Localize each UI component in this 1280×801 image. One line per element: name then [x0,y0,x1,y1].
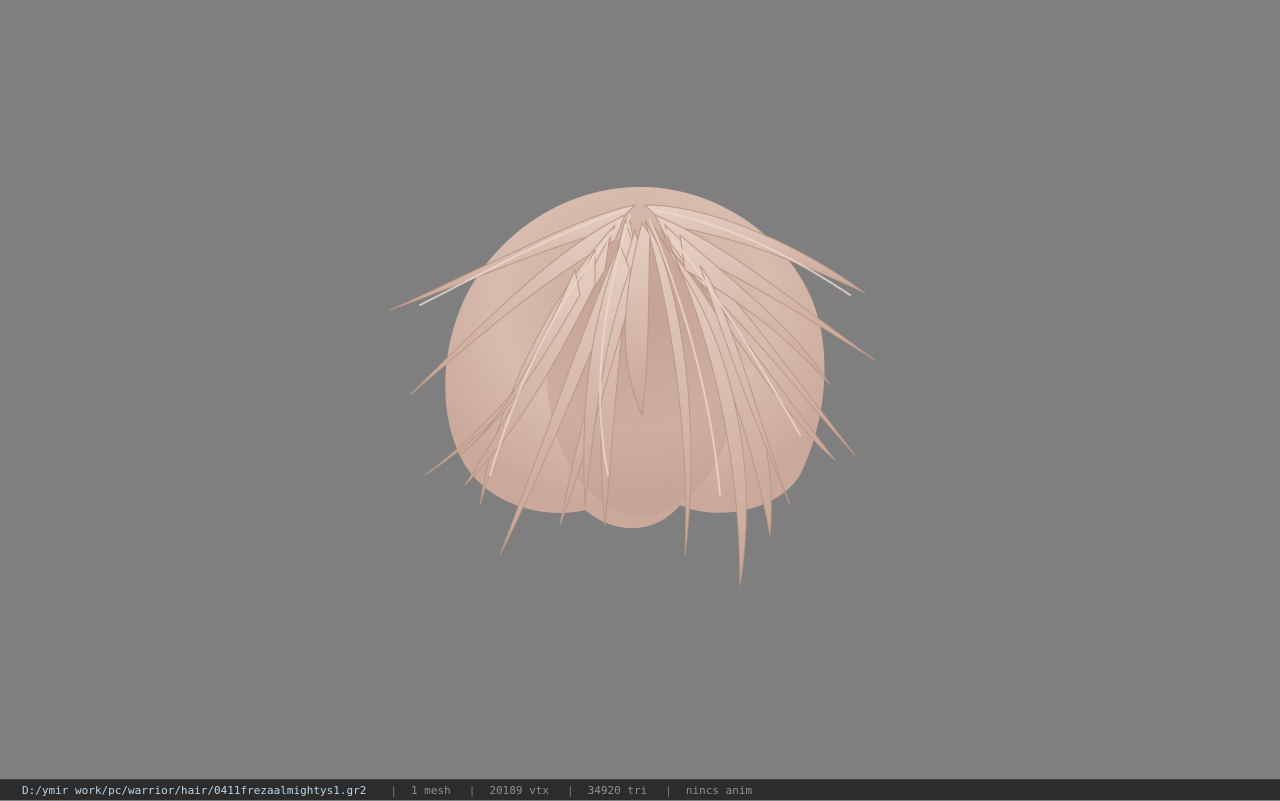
separator: | [549,780,588,801]
animation-status: nincs anim [686,780,752,801]
separator: | [366,780,411,801]
separator: | [451,780,490,801]
3d-viewport[interactable] [0,0,1280,779]
separator: | [647,780,686,801]
hair-model-render [380,175,890,595]
triangle-count: 34920 tri [588,780,648,801]
file-path: D:/ymir work/pc/warrior/hair/0411frezaal… [22,780,366,801]
mesh-count: 1 mesh [411,780,451,801]
status-bar: D:/ymir work/pc/warrior/hair/0411frezaal… [0,779,1280,800]
vertex-count: 20189 vtx [489,780,549,801]
